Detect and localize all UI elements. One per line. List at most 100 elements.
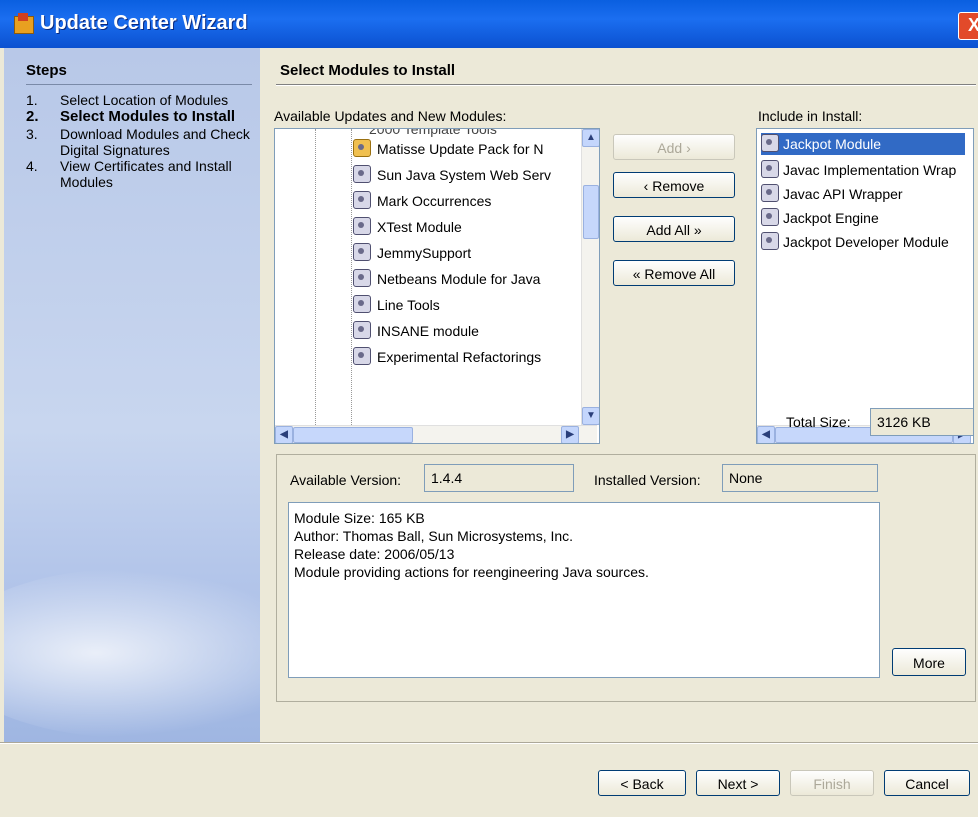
installed-version-field: None [722, 464, 878, 492]
decorative-swoosh [4, 568, 260, 738]
tree-item[interactable]: XTest Module [353, 217, 462, 241]
include-list-item[interactable]: Javac Implementation Wrap [761, 159, 956, 181]
tree-item-label: INSANE module [377, 323, 479, 339]
include-in-install-list[interactable]: Jackpot Module Javac Implementation Wrap… [756, 128, 974, 444]
include-item-label: Jackpot Module [783, 136, 882, 152]
page-title: Select Modules to Install [280, 62, 456, 79]
module-summary-line: Module providing actions for reengineeri… [294, 564, 649, 580]
include-list-item[interactable]: Jackpot Developer Module [761, 231, 949, 253]
tree-guide-line [315, 129, 317, 425]
vertical-scrollbar[interactable]: ▲ ▼ [581, 129, 599, 425]
available-version-label: Available Version: [290, 472, 402, 488]
module-description: Module Size: 165 KB Author: Thomas Ball,… [288, 502, 880, 678]
step-number: 1. [26, 92, 38, 108]
step-label: Download Modules and Check Digital Signa… [60, 126, 250, 158]
scroll-thumb[interactable] [583, 185, 599, 239]
module-icon [761, 160, 779, 178]
step-label: View Certificates and Install Modules [60, 158, 232, 190]
next-button[interactable]: Next > [696, 770, 780, 796]
step-item-3: 3. Download Modules and Check Digital Sig… [26, 126, 256, 158]
include-list-item[interactable]: Jackpot Engine [761, 207, 879, 229]
tree-item[interactable]: Sun Java System Web Serv [353, 165, 551, 189]
module-icon [761, 232, 779, 250]
step-number: 2. [26, 108, 39, 125]
module-author-line: Author: Thomas Ball, Sun Microsystems, I… [294, 528, 574, 544]
include-list-item-selected[interactable]: Jackpot Module [761, 133, 965, 155]
steps-panel: Steps 1. Select Location of Modules 2. Sel… [4, 48, 260, 742]
remove-all-button[interactable]: « Remove All [613, 260, 735, 286]
tree-item-label: Line Tools [377, 297, 440, 313]
include-item-label: Jackpot Engine [783, 210, 879, 226]
installed-version-label: Installed Version: [594, 472, 701, 488]
include-item-label: Javac API Wrapper [783, 186, 903, 202]
module-update-icon [353, 139, 371, 157]
module-icon [353, 217, 371, 235]
main-panel: Select Modules to Install Available Upda… [260, 48, 978, 742]
steps-list: 1. Select Location of Modules 2. Select Mo… [26, 92, 256, 190]
wizard-window: Update Center Wizard X Steps 1. Select Lo… [0, 0, 978, 817]
tree-item-label: XTest Module [377, 219, 462, 235]
close-button[interactable]: X [958, 12, 978, 40]
tree-item[interactable]: Matisse Update Pack for N [353, 139, 544, 163]
include-item-label: Jackpot Developer Module [783, 234, 949, 250]
module-icon [353, 295, 371, 313]
tree-item-label: Experimental Refactorings [377, 349, 542, 365]
tree-item[interactable]: Experimental Refactorings [353, 347, 541, 371]
module-icon [761, 184, 779, 202]
step-number: 4. [26, 158, 38, 174]
finish-button[interactable]: Finish [790, 770, 874, 796]
module-release-date-line: Release date: 2006/05/13 [294, 546, 455, 562]
add-all-button[interactable]: Add All » [613, 216, 735, 242]
horizontal-scrollbar[interactable]: ◀ ▶ [275, 425, 597, 443]
step-label: Select Location of Modules [60, 92, 229, 108]
scroll-right-icon[interactable]: ▶ [561, 426, 579, 443]
scroll-left-icon[interactable]: ◀ [275, 426, 293, 443]
more-button[interactable]: More [892, 648, 966, 676]
include-list-item[interactable]: Javac API Wrapper [761, 183, 903, 205]
module-size-line: Module Size: 165 KB [294, 510, 425, 526]
step-item-2-current: 2. Select Modules to Install [26, 108, 256, 126]
include-item-label: Javac Implementation Wrap [783, 162, 957, 178]
app-icon [14, 13, 34, 34]
remove-button[interactable]: ‹ Remove [613, 172, 735, 198]
window-title: Update Center Wizard [40, 12, 248, 34]
add-button[interactable]: Add › [613, 134, 735, 160]
step-label: Select Modules to Install [60, 108, 236, 125]
module-icon [761, 208, 779, 226]
tree-item-label: Sun Java System Web Serv [377, 167, 552, 183]
cancel-button[interactable]: Cancel [884, 770, 970, 796]
heading-divider [276, 84, 976, 86]
tree-item-label: Matisse Update Pack for N [377, 141, 544, 157]
tree-item[interactable]: Mark Occurrences [353, 191, 491, 215]
tree-item[interactable]: INSANE module [353, 321, 479, 345]
module-icon [353, 321, 371, 339]
total-size-field: 3126 KB [870, 408, 974, 436]
module-icon [353, 347, 371, 365]
tree-item-label: Mark Occurrences [377, 193, 492, 209]
module-icon [353, 243, 371, 261]
module-icon [353, 191, 371, 209]
module-icon [761, 134, 779, 152]
footer-divider [0, 742, 978, 744]
tree-item[interactable]: Line Tools [353, 295, 440, 319]
tree-item-label: Netbeans Module for Java [377, 271, 541, 287]
available-version-field: 1.4.4 [424, 464, 574, 492]
step-number: 3. [26, 126, 38, 142]
tree-item[interactable]: JemmySupport [353, 243, 471, 267]
back-button[interactable]: < Back [598, 770, 686, 796]
total-size-label: Total Size: [786, 414, 851, 430]
scroll-left-icon[interactable]: ◀ [757, 426, 775, 443]
include-in-install-label: Include in Install: [758, 108, 863, 124]
step-item-4: 4. View Certificates and Install Modules [26, 158, 256, 190]
title-bar[interactable]: Update Center Wizard X [0, 0, 978, 48]
steps-divider [26, 84, 252, 85]
available-modules-tree[interactable]: 2000 Template Tools Matisse Update Pack … [274, 128, 600, 444]
scroll-down-icon[interactable]: ▼ [582, 407, 599, 425]
steps-heading: Steps [26, 62, 67, 79]
available-modules-label: Available Updates and New Modules: [274, 108, 507, 124]
scroll-up-icon[interactable]: ▲ [582, 129, 599, 147]
tree-item[interactable]: Netbeans Module for Java [353, 269, 540, 293]
module-icon [353, 165, 371, 183]
scroll-thumb[interactable] [293, 427, 413, 443]
module-icon [353, 269, 371, 287]
